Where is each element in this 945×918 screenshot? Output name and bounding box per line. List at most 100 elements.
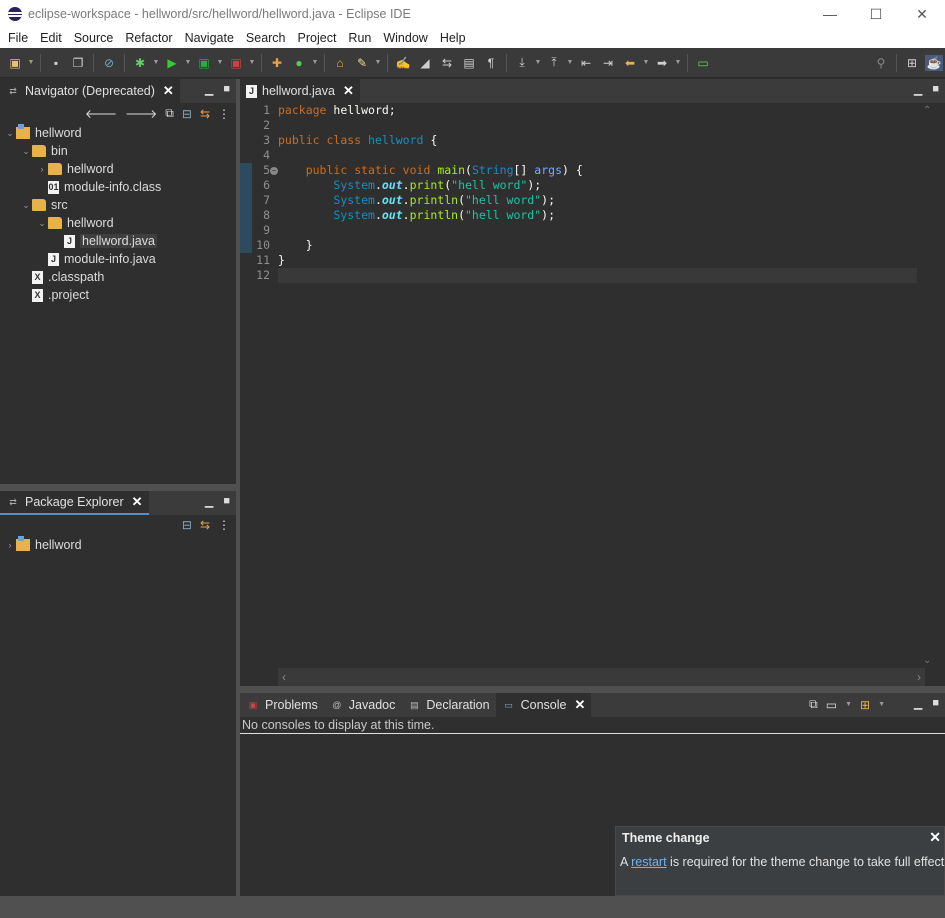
go-into-icon[interactable]: ⧉ xyxy=(165,106,174,121)
tab-declaration[interactable]: ▤ Declaration xyxy=(401,693,495,717)
maximize-view-icon[interactable]: ■ xyxy=(932,83,939,96)
forward-arrow-icon[interactable]: 🡒 xyxy=(125,106,157,121)
coverage-icon[interactable]: ▣ xyxy=(195,55,213,71)
horizontal-sash-left[interactable] xyxy=(0,484,236,491)
horizontal-scrollbar[interactable]: ‹ › xyxy=(278,668,925,686)
maximize-button[interactable]: ☐ xyxy=(853,0,899,28)
run-icon[interactable]: ▶ xyxy=(163,55,181,71)
menu-project[interactable]: Project xyxy=(292,31,343,45)
close-icon[interactable]: ✕ xyxy=(163,83,174,99)
minimize-view-icon[interactable]: ▁ xyxy=(205,495,213,508)
tab-navigator[interactable]: ⇄ Navigator (Deprecated) ✕ xyxy=(0,79,180,103)
tree-item[interactable]: X .project xyxy=(20,286,89,304)
show-whitespace-icon[interactable]: ¶ xyxy=(482,55,500,71)
next-annotation-dropdown-icon[interactable]: ▼ xyxy=(534,55,542,71)
menu-window[interactable]: Window xyxy=(377,31,433,45)
tree-item[interactable]: 01 module-info.class xyxy=(36,178,161,196)
back-dropdown-icon[interactable]: ▼ xyxy=(642,55,650,71)
tree-item-selected[interactable]: J hellword.java xyxy=(52,232,157,250)
close-icon[interactable]: ✕ xyxy=(132,494,143,510)
open-task-icon[interactable]: ✎ xyxy=(353,55,371,71)
external-tools-dropdown-icon[interactable]: ▼ xyxy=(248,55,256,71)
close-window-button[interactable]: ✕ xyxy=(899,0,945,28)
previous-annotation-dropdown-icon[interactable]: ▼ xyxy=(566,55,574,71)
back-arrow-icon[interactable]: 🡐 xyxy=(85,106,117,121)
view-menu-icon[interactable]: ⋮ xyxy=(218,107,230,121)
forward-icon[interactable]: ➡ xyxy=(653,55,671,71)
toggle-mark-occurrences-icon[interactable]: ◢ xyxy=(416,55,434,71)
tab-javadoc[interactable]: @ Javadoc xyxy=(324,693,402,717)
collapse-all-icon[interactable]: ⊟ xyxy=(182,518,192,532)
pin-editor-icon[interactable]: ▭ xyxy=(694,55,712,71)
menu-refactor[interactable]: Refactor xyxy=(119,31,178,45)
maximize-view-icon[interactable]: ■ xyxy=(932,697,939,710)
link-with-editor-icon[interactable]: ⇆ xyxy=(200,518,210,532)
toggle-breadcrumb-icon[interactable]: ⇆ xyxy=(438,55,456,71)
tree-item[interactable]: J module-info.java xyxy=(36,250,156,268)
new-dropdown-icon[interactable]: ▼ xyxy=(27,55,35,71)
chevron-down-icon[interactable]: ⌄ xyxy=(36,218,48,229)
toggle-annotations-icon[interactable]: ✍ xyxy=(394,55,412,71)
maximize-view-icon[interactable]: ■ xyxy=(223,495,230,508)
tab-console[interactable]: ▭ Console ✕ xyxy=(495,693,592,717)
new-java-class-icon[interactable]: ● xyxy=(290,55,308,71)
tree-item[interactable]: › hellword xyxy=(36,160,114,178)
debug-dropdown-icon[interactable]: ▼ xyxy=(152,55,160,71)
open-type-icon[interactable]: ⌂ xyxy=(331,55,349,71)
display-console-icon[interactable]: ▭ xyxy=(826,698,837,712)
dropdown-icon[interactable]: ▼ xyxy=(878,701,885,708)
menu-help[interactable]: Help xyxy=(434,31,472,45)
code-editor[interactable]: 1 2 3 4 5 − 6 7 8 9 10 11 12 package hel… xyxy=(240,103,945,686)
menu-source[interactable]: Source xyxy=(68,31,120,45)
close-icon[interactable]: ✕ xyxy=(574,697,585,713)
new-java-package-icon[interactable]: ✚ xyxy=(268,55,286,71)
forward-edit-icon[interactable]: ⇥ xyxy=(599,55,617,71)
previous-annotation-icon[interactable]: ⤒ xyxy=(545,55,563,71)
java-perspective-icon[interactable]: ☕ xyxy=(925,54,943,71)
open-console-icon[interactable]: ⊞ xyxy=(860,698,870,712)
minimize-view-icon[interactable]: ▁ xyxy=(205,83,213,96)
new-icon[interactable]: ▣ xyxy=(6,55,24,71)
minimize-view-icon[interactable]: ▁ xyxy=(914,83,922,96)
overview-ruler[interactable] xyxy=(935,103,945,668)
chevron-right-icon[interactable]: › xyxy=(36,164,48,174)
save-all-icon[interactable]: ❐ xyxy=(69,55,87,71)
external-tools-icon[interactable]: ▣ xyxy=(227,55,245,71)
scroll-right-icon[interactable]: › xyxy=(917,670,921,684)
close-icon[interactable]: ✕ xyxy=(929,829,941,846)
task-dropdown-icon[interactable]: ▼ xyxy=(374,55,382,71)
scroll-up-icon[interactable]: ⌃ xyxy=(923,105,931,116)
tree-item[interactable]: X .classpath xyxy=(20,268,104,286)
dropdown-icon[interactable]: ▼ xyxy=(845,701,852,708)
menu-edit[interactable]: Edit xyxy=(34,31,68,45)
chevron-down-icon[interactable]: ⌄ xyxy=(20,200,32,211)
chevron-right-icon[interactable]: › xyxy=(4,540,16,550)
scroll-left-icon[interactable]: ‹ xyxy=(282,670,286,684)
search-icon[interactable]: ⚲ xyxy=(872,55,890,71)
coverage-dropdown-icon[interactable]: ▼ xyxy=(216,55,224,71)
menu-navigate[interactable]: Navigate xyxy=(179,31,240,45)
toggle-block-selection-icon[interactable]: ▤ xyxy=(460,55,478,71)
code-text-area[interactable]: package hellword; public class hellword … xyxy=(278,103,917,668)
chevron-down-icon[interactable]: ⌄ xyxy=(20,146,32,157)
run-dropdown-icon[interactable]: ▼ xyxy=(184,55,192,71)
tab-problems[interactable]: ▣ Problems xyxy=(240,693,324,717)
tree-item[interactable]: ⌄ hellword xyxy=(4,124,82,142)
maximize-view-icon[interactable]: ■ xyxy=(223,83,230,96)
next-annotation-icon[interactable]: ⤓ xyxy=(513,55,531,71)
new-class-dropdown-icon[interactable]: ▼ xyxy=(311,55,319,71)
vertical-scrollbar[interactable]: ⌃ ⌄ xyxy=(921,103,935,668)
forward-dropdown-icon[interactable]: ▼ xyxy=(674,55,682,71)
back-icon[interactable]: ⬅ xyxy=(621,55,639,71)
menu-run[interactable]: Run xyxy=(342,31,377,45)
tab-hellword-java[interactable]: J hellword.java ✕ xyxy=(240,79,360,103)
skip-breakpoints-icon[interactable]: ⊘ xyxy=(100,55,118,71)
tree-item[interactable]: ⌄ hellword xyxy=(36,214,113,232)
minimize-button[interactable]: — xyxy=(807,0,853,28)
chevron-down-icon[interactable]: ⌄ xyxy=(4,128,16,139)
pin-console-icon[interactable]: ⧉ xyxy=(809,697,818,712)
tree-item[interactable]: ⌄ src xyxy=(20,196,67,214)
link-with-editor-icon[interactable]: ⇆ xyxy=(200,107,210,121)
minimize-view-icon[interactable]: ▁ xyxy=(914,697,922,710)
tree-item[interactable]: ⌄ bin xyxy=(20,142,67,160)
